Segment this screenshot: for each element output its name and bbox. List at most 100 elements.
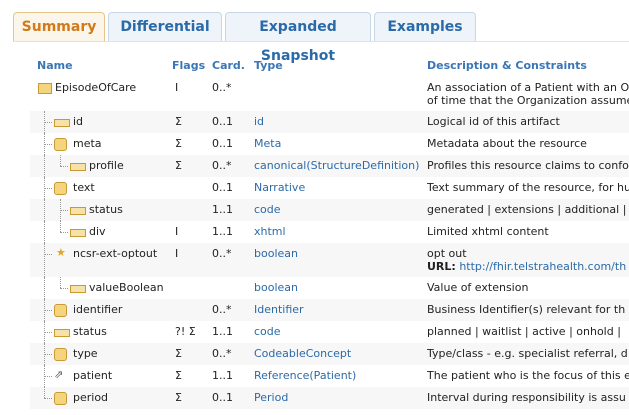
type-link[interactable]: Narrative — [254, 181, 424, 194]
element-name[interactable]: type — [73, 347, 98, 360]
cardinality: 0..* — [212, 81, 232, 94]
cardinality: 0..1 — [212, 181, 233, 194]
table-row: profile Σ 0..* canonical(StructureDefini… — [30, 155, 629, 177]
type-link[interactable]: Identifier — [254, 303, 424, 316]
type-link[interactable]: code — [254, 325, 424, 338]
cardinality: 0..* — [212, 247, 232, 260]
element-name[interactable]: profile — [89, 159, 124, 172]
reference-icon: ⇗ — [54, 368, 64, 381]
type-link[interactable]: Reference(Patient) — [254, 369, 424, 382]
description: opt out — [427, 247, 467, 260]
header-card: Card. — [212, 59, 245, 72]
table-row: status 1..1 code generated | extensions … — [30, 199, 629, 221]
element-name[interactable]: status — [89, 203, 123, 216]
type-link[interactable]: canonical(StructureDefinition) — [254, 159, 424, 172]
tab-expanded-snapshot[interactable]: Expanded Snapshot — [225, 12, 371, 64]
flags: Σ — [175, 137, 182, 150]
flags: I — [175, 225, 179, 238]
element-name: EpisodeOfCare — [55, 81, 137, 94]
element-name[interactable]: identifier — [73, 303, 122, 316]
primitive-icon — [70, 163, 86, 171]
header-flags: Flags — [172, 59, 206, 72]
description: Profiles this resource claims to confo — [427, 159, 629, 172]
header-name: Name — [37, 59, 73, 72]
cardinality: 0..1 — [212, 115, 233, 128]
type-link[interactable]: boolean — [254, 247, 424, 260]
element-name[interactable]: meta — [73, 137, 102, 150]
flags: I — [175, 81, 179, 94]
cardinality: 0..* — [212, 347, 232, 360]
type-link[interactable]: CodeableConcept — [254, 347, 424, 360]
description: Type/class - e.g. specialist referral, d — [427, 347, 628, 360]
tab-summary[interactable]: Summary — [13, 12, 105, 42]
element-name[interactable]: id — [73, 115, 83, 128]
type-link[interactable]: Meta — [254, 137, 424, 150]
description: Text summary of the resource, for hu — [427, 181, 629, 194]
datatype-icon — [54, 304, 67, 317]
datatype-icon — [54, 182, 67, 195]
element-name[interactable]: period — [73, 391, 108, 404]
primitive-icon — [70, 207, 86, 215]
type-link[interactable]: boolean — [254, 281, 424, 294]
table-row: meta Σ 0..1 Meta Metadata about the reso… — [30, 133, 629, 155]
primitive-icon — [54, 119, 70, 127]
tab-differential[interactable]: Differential — [108, 12, 222, 41]
table-row: identifier 0..* Identifier Business Iden… — [30, 299, 629, 321]
element-name[interactable]: status — [73, 325, 107, 338]
description-line2: of time that the Organization assume — [427, 94, 629, 107]
table-row: type Σ 0..* CodeableConcept Type/class -… — [30, 343, 629, 365]
table-row: EpisodeOfCare I 0..* An association of a… — [30, 77, 629, 111]
header-type: Type — [254, 59, 283, 72]
table-row: div I 1..1 xhtml Limited xhtml content — [30, 221, 629, 243]
description: Business Identifier(s) relevant for th — [427, 303, 626, 316]
type-link[interactable]: id — [254, 115, 424, 128]
tab-examples[interactable]: Examples — [374, 12, 476, 41]
description: An association of a Patient with an O — [427, 81, 629, 94]
description: Limited xhtml content — [427, 225, 549, 238]
type-link[interactable]: code — [254, 203, 424, 216]
datatype-icon — [54, 138, 67, 151]
table-row: ★ ncsr-ext-optout I 0..* boolean opt out… — [30, 243, 629, 277]
flags: Σ — [175, 347, 182, 360]
element-name[interactable]: ncsr-ext-optout — [73, 247, 157, 260]
table-row: id Σ 0..1 id Logical id of this artifact — [30, 111, 629, 133]
primitive-icon — [70, 229, 86, 237]
datatype-icon — [54, 392, 67, 405]
extension-icon: ★ — [56, 246, 66, 259]
element-name[interactable]: div — [89, 225, 106, 238]
cardinality: 0..* — [212, 303, 232, 316]
type-link[interactable]: xhtml — [254, 225, 424, 238]
header-description: Description & Constraints — [427, 59, 587, 72]
table-row: valueBoolean boolean Value of extension — [30, 277, 629, 299]
table-row: status ?! Σ 1..1 code planned | waitlist… — [30, 321, 629, 343]
extension-url-link[interactable]: http://fhir.telstrahealth.com/th — [459, 260, 626, 273]
description: generated | extensions | additional | — [427, 203, 627, 216]
type-link[interactable]: Period — [254, 391, 424, 404]
description: Logical id of this artifact — [427, 115, 560, 128]
primitive-icon — [70, 285, 86, 293]
flags: Σ — [175, 159, 182, 172]
cardinality: 1..1 — [212, 225, 233, 238]
datatype-icon — [54, 348, 67, 361]
cardinality: 1..1 — [212, 325, 233, 338]
description: Metadata about the resource — [427, 137, 587, 150]
primitive-icon — [54, 329, 70, 337]
element-name[interactable]: patient — [73, 369, 112, 382]
table-row: text 0..1 Narrative Text summary of the … — [30, 177, 629, 199]
description: Value of extension — [427, 281, 529, 294]
url-label: URL: — [427, 260, 456, 273]
table-row: period Σ 0..1 Period Interval during res… — [30, 387, 629, 409]
flags: Σ — [175, 115, 182, 128]
extension-url: URL: http://fhir.telstrahealth.com/th — [427, 260, 626, 273]
description: The patient who is the focus of this e — [427, 369, 629, 382]
cardinality: 1..1 — [212, 369, 233, 382]
element-name[interactable]: valueBoolean — [89, 281, 164, 294]
flags: Σ — [175, 369, 182, 382]
flags: Σ — [175, 391, 182, 404]
element-name[interactable]: text — [73, 181, 95, 194]
folder-icon — [38, 83, 52, 94]
cardinality: 0..1 — [212, 137, 233, 150]
cardinality: 0..1 — [212, 391, 233, 404]
cardinality: 1..1 — [212, 203, 233, 216]
flags: I — [175, 247, 179, 260]
